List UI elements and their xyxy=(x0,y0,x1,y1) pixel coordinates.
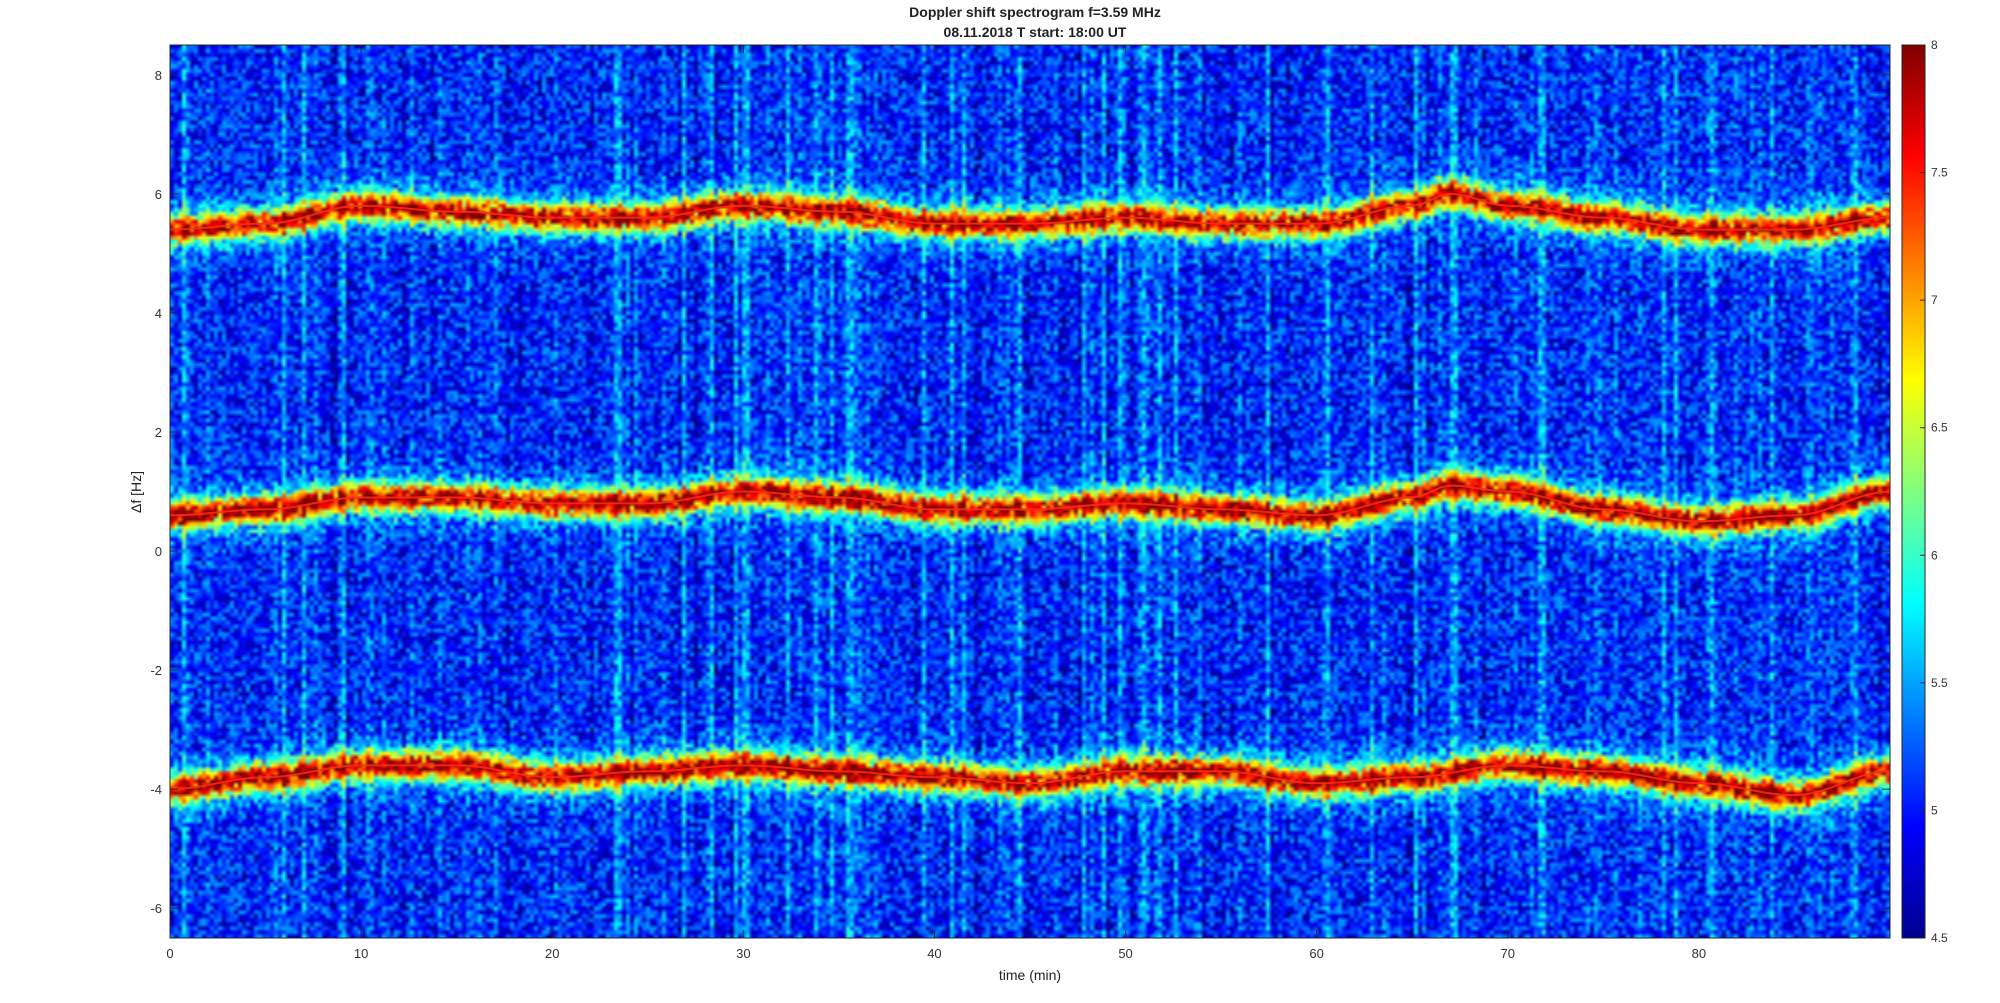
x-tick-label: 60 xyxy=(1309,946,1323,961)
chart-subtitle: 08.11.2018 T start: 18:00 UT xyxy=(944,24,1127,40)
x-tick-label: 20 xyxy=(545,946,559,961)
colorbar-tick-label: 7.5 xyxy=(1931,166,1948,180)
y-tick-label: 4 xyxy=(155,306,162,321)
colorbar-tick-label: 5 xyxy=(1931,803,1938,817)
colorbar: 4.5 5 5.5 6 6.5 7 7.5 8 xyxy=(1901,38,1948,945)
colorbar-tick-label: 7 xyxy=(1931,293,1938,307)
colorbar-tick-label: 4.5 xyxy=(1931,931,1948,945)
y-tick-label: -4 xyxy=(150,782,162,797)
colorbar-tick-label: 8 xyxy=(1931,38,1938,52)
y-tick-label: 8 xyxy=(155,68,162,83)
x-axis-label: time (min) xyxy=(999,967,1061,983)
x-tick-label: 70 xyxy=(1501,946,1515,961)
y-tick-label: -6 xyxy=(150,901,162,916)
spectrogram-plot-area xyxy=(169,44,1891,939)
y-tick-label: -2 xyxy=(150,663,162,678)
y-tick-label: 6 xyxy=(155,187,162,202)
spectrogram-heatmap xyxy=(170,45,1890,938)
colorbar-tick-label: 6 xyxy=(1931,548,1938,562)
x-tick-label: 30 xyxy=(736,946,750,961)
y-tick-label: 2 xyxy=(155,425,162,440)
chart-title: Doppler shift spectrogram f=3.59 MHz xyxy=(909,4,1161,20)
x-tick-label: 40 xyxy=(927,946,941,961)
y-tick-label: 0 xyxy=(155,544,162,559)
x-tick-label: 80 xyxy=(1692,946,1706,961)
colorbar-gradient xyxy=(1901,44,1926,939)
x-tick-label: 50 xyxy=(1118,946,1132,961)
spectrogram-figure: Doppler shift spectrogram f=3.59 MHz 08.… xyxy=(128,4,1948,983)
colorbar-tick-label: 6.5 xyxy=(1931,421,1948,435)
y-axis-label: Δf [Hz] xyxy=(128,471,144,513)
x-tick-label: 10 xyxy=(354,946,368,961)
colorbar-tick-label: 5.5 xyxy=(1931,676,1948,690)
x-tick-label: 0 xyxy=(166,946,173,961)
